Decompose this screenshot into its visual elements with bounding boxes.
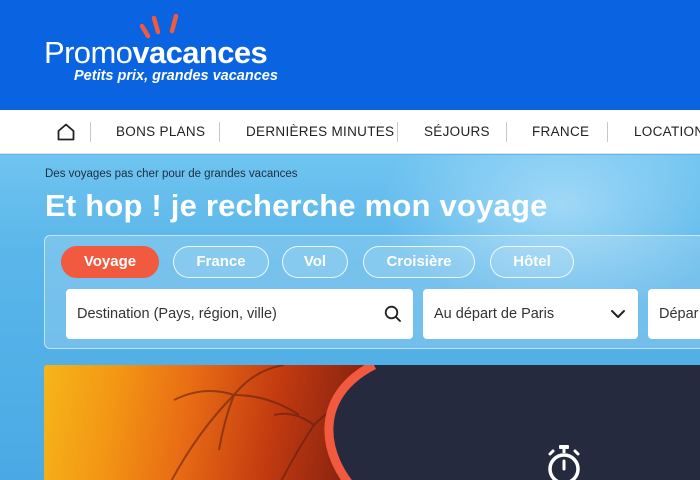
promo-banner[interactable] [44, 365, 700, 480]
home-icon[interactable] [56, 122, 76, 142]
nav-item-location[interactable]: LOCATION [634, 110, 700, 154]
brand-logo[interactable]: Promovacances Petits prix, grandes vacan… [44, 14, 294, 94]
banner-graphic [170, 365, 700, 480]
tab-hotel[interactable]: Hôtel [490, 246, 574, 278]
chevron-down-icon[interactable] [608, 304, 628, 324]
tab-voyage[interactable]: Voyage [61, 246, 159, 278]
brand-name: Promovacances [44, 35, 268, 70]
destination-field[interactable] [66, 289, 413, 339]
nav-separator [397, 122, 398, 142]
destination-input[interactable] [66, 289, 413, 339]
departure-value: Au départ de Paris [434, 306, 555, 322]
nav-separator [219, 122, 220, 142]
nav-separator [506, 122, 507, 142]
nav-separator [90, 122, 91, 142]
brand-name-part2: vacances [132, 35, 268, 70]
nav-item-sejours[interactable]: SÉJOURS [424, 110, 490, 154]
search-panel: Voyage France Vol Croisière Hôtel Au dép… [44, 235, 700, 349]
tab-croisiere[interactable]: Croisière [363, 246, 475, 278]
departure-date-field[interactable]: Dépar [648, 289, 700, 339]
brand-tagline: Petits prix, grandes vacances [74, 68, 278, 84]
nav-item-france[interactable]: FRANCE [532, 110, 589, 154]
stopwatch-icon [548, 445, 580, 480]
site-header: Promovacances Petits prix, grandes vacan… [0, 0, 700, 110]
nav-separator [607, 122, 608, 142]
search-icon[interactable] [383, 304, 403, 324]
departure-date-value: Dépar [659, 306, 699, 322]
departure-select[interactable]: Au départ de Paris [423, 289, 638, 339]
hero-title: Et hop ! je recherche mon voyage [45, 188, 548, 223]
nav-item-bons-plans[interactable]: BONS PLANS [116, 110, 205, 154]
brand-name-part1: Promo [44, 35, 133, 70]
tab-vol[interactable]: Vol [282, 246, 348, 278]
hero-section: Des voyages pas cher pour de grandes vac… [0, 155, 700, 480]
main-nav: BONS PLANS DERNIÈRES MINUTES SÉJOURS FRA… [0, 110, 700, 154]
nav-item-dernieres-minutes[interactable]: DERNIÈRES MINUTES [246, 110, 394, 154]
tab-france[interactable]: France [173, 246, 269, 278]
hero-subtitle: Des voyages pas cher pour de grandes vac… [45, 168, 298, 180]
